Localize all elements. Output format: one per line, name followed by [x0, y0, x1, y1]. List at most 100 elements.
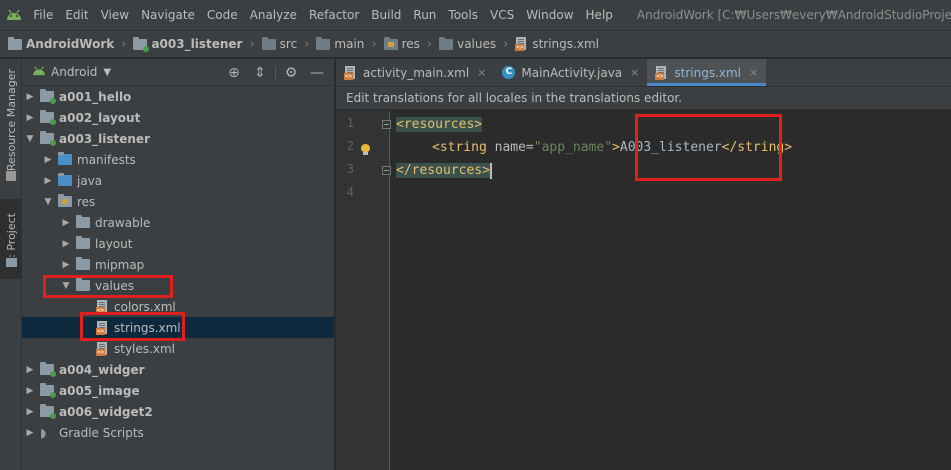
expand-arrow-icon[interactable]: ▶	[24, 407, 36, 417]
close-icon[interactable]: ×	[477, 66, 486, 79]
java-class-icon: C	[502, 66, 516, 79]
close-icon[interactable]: ×	[749, 66, 758, 79]
menu-vcs[interactable]: VCS	[484, 0, 520, 31]
gear-icon[interactable]: ⚙	[278, 65, 304, 81]
code-line-2: <string name="app_name">A003_listener</s…	[432, 140, 793, 155]
xml-file-icon: <>	[96, 341, 109, 356]
tree-item-a005-image[interactable]: ▶ a005_image	[22, 380, 334, 401]
collapse-arrow-icon[interactable]: ▼	[42, 197, 54, 207]
folder-icon	[76, 236, 90, 249]
tree-item-a002-layout[interactable]: ▶ a002_layout	[22, 107, 334, 128]
breadcrumb-res[interactable]: res	[383, 36, 420, 51]
expand-arrow-icon[interactable]: ▶	[60, 239, 72, 249]
chevron-right-icon: ›	[121, 36, 127, 52]
fold-icon[interactable]	[382, 120, 391, 129]
tree-item-a001-hello[interactable]: ▶ a001_hello	[22, 86, 334, 107]
expand-arrow-icon[interactable]: ▶	[24, 365, 36, 375]
tree-item-layout[interactable]: ▶ layout	[22, 233, 334, 254]
tree-item-gradle-scripts[interactable]: ▶ ◗ Gradle Scripts	[22, 422, 334, 443]
tool-window-strip: Resource Manager 1: Project	[0, 59, 22, 470]
collapse-arrow-icon[interactable]: ▼	[60, 281, 72, 291]
translations-notice[interactable]: Edit translations for all locales in the…	[336, 87, 951, 110]
tree-item-mipmap[interactable]: ▶ mipmap	[22, 254, 334, 275]
expand-arrow-icon[interactable]: ▶	[42, 176, 54, 186]
android-icon	[32, 65, 46, 80]
module-folder-icon	[40, 110, 56, 125]
tree-item-strings-xml[interactable]: <> strings.xml	[22, 317, 334, 338]
line-number: 3	[346, 162, 354, 176]
module-folder-icon	[133, 36, 150, 52]
expand-arrow-icon[interactable]: ▶	[60, 218, 72, 228]
menu-help[interactable]: Help	[580, 0, 619, 31]
resource-folder-icon	[58, 194, 72, 207]
breadcrumb-main[interactable]: main	[316, 36, 364, 51]
menu-view[interactable]: View	[95, 0, 135, 31]
breadcrumb-values[interactable]: values	[439, 36, 496, 51]
breadcrumb: AndroidWork › a003_listener › src › main…	[0, 31, 951, 58]
project-tree: ▶ a001_hello ▶ a002_layout ▼ a003_listen…	[22, 86, 334, 443]
menu-run[interactable]: Run	[407, 0, 442, 31]
view-mode-dropdown[interactable]: Android	[51, 65, 97, 79]
tree-item-java[interactable]: ▶ java	[22, 170, 334, 191]
menu-tools[interactable]: Tools	[442, 0, 484, 31]
menu-edit[interactable]: Edit	[59, 0, 94, 31]
text-cursor	[489, 162, 492, 179]
toolbar-divider	[275, 65, 276, 80]
tab-mainactivity-java[interactable]: C MainActivity.java ×	[494, 59, 647, 86]
collapse-all-icon[interactable]: ⇕	[247, 65, 273, 81]
expand-arrow-icon[interactable]: ▶	[42, 155, 54, 165]
folder-icon	[316, 36, 331, 50]
minimize-icon[interactable]: —	[304, 65, 330, 81]
collapse-arrow-icon[interactable]: ▼	[24, 134, 36, 144]
tree-item-styles-xml[interactable]: <> styles.xml	[22, 338, 334, 359]
tree-item-res[interactable]: ▼ res	[22, 191, 334, 212]
lightbulb-icon[interactable]	[361, 144, 370, 155]
resource-folder-icon	[383, 36, 398, 50]
menu-analyze[interactable]: Analyze	[244, 0, 303, 31]
menu-file[interactable]: File	[27, 0, 59, 31]
chevron-down-icon[interactable]: ▼	[103, 67, 111, 78]
menu-code[interactable]: Code	[201, 0, 244, 31]
folder-icon	[76, 257, 90, 270]
tab-strings-xml[interactable]: <> strings.xml ×	[647, 59, 767, 86]
folder-icon	[58, 173, 72, 186]
gradle-icon: ◗	[40, 425, 47, 440]
chevron-right-icon: ›	[371, 36, 377, 52]
project-tab[interactable]: 1: Project	[0, 199, 22, 279]
tree-item-colors-xml[interactable]: <> colors.xml	[22, 296, 334, 317]
tree-item-a006-widget2[interactable]: ▶ a006_widget2	[22, 401, 334, 422]
breadcrumb-src[interactable]: src	[261, 36, 297, 51]
locate-icon[interactable]: ⊕	[221, 65, 247, 81]
tree-item-manifests[interactable]: ▶ manifests	[22, 149, 334, 170]
expand-arrow-icon[interactable]: ▶	[24, 113, 36, 123]
expand-arrow-icon[interactable]: ▶	[60, 260, 72, 270]
android-icon[interactable]	[0, 0, 27, 31]
chevron-right-icon: ›	[249, 36, 255, 52]
tree-item-drawable[interactable]: ▶ drawable	[22, 212, 334, 233]
editor: <> activity_main.xml × C MainActivity.ja…	[336, 59, 951, 470]
close-icon[interactable]: ×	[630, 66, 639, 79]
line-number: 4	[346, 185, 354, 199]
folder-icon	[439, 36, 454, 50]
resource-manager-tab[interactable]: Resource Manager	[0, 65, 22, 175]
tree-item-a003-listener[interactable]: ▼ a003_listener	[22, 128, 334, 149]
resource-manager-icon	[6, 171, 16, 181]
tree-item-values[interactable]: ▼ values	[22, 275, 334, 296]
breadcrumb-file[interactable]: <> strings.xml	[515, 37, 599, 51]
xml-file-icon: <>	[96, 299, 109, 314]
fold-icon[interactable]	[382, 166, 391, 175]
expand-arrow-icon[interactable]: ▶	[24, 428, 36, 438]
menu-refactor[interactable]: Refactor	[303, 0, 365, 31]
menu-navigate[interactable]: Navigate	[135, 0, 201, 31]
code-editor[interactable]: 1 2 3 4 <resources> <string name="app_na…	[336, 111, 951, 470]
menu-build[interactable]: Build	[365, 0, 407, 31]
tree-item-a004-widger[interactable]: ▶ a004_widger	[22, 359, 334, 380]
tab-activity-main-xml[interactable]: <> activity_main.xml ×	[336, 59, 494, 86]
menu-window[interactable]: Window	[520, 0, 579, 31]
breadcrumb-project[interactable]: AndroidWork	[8, 36, 114, 51]
folder-icon	[261, 36, 276, 50]
folder-icon	[76, 215, 90, 228]
expand-arrow-icon[interactable]: ▶	[24, 92, 36, 102]
expand-arrow-icon[interactable]: ▶	[24, 386, 36, 396]
breadcrumb-module[interactable]: a003_listener	[133, 36, 242, 52]
